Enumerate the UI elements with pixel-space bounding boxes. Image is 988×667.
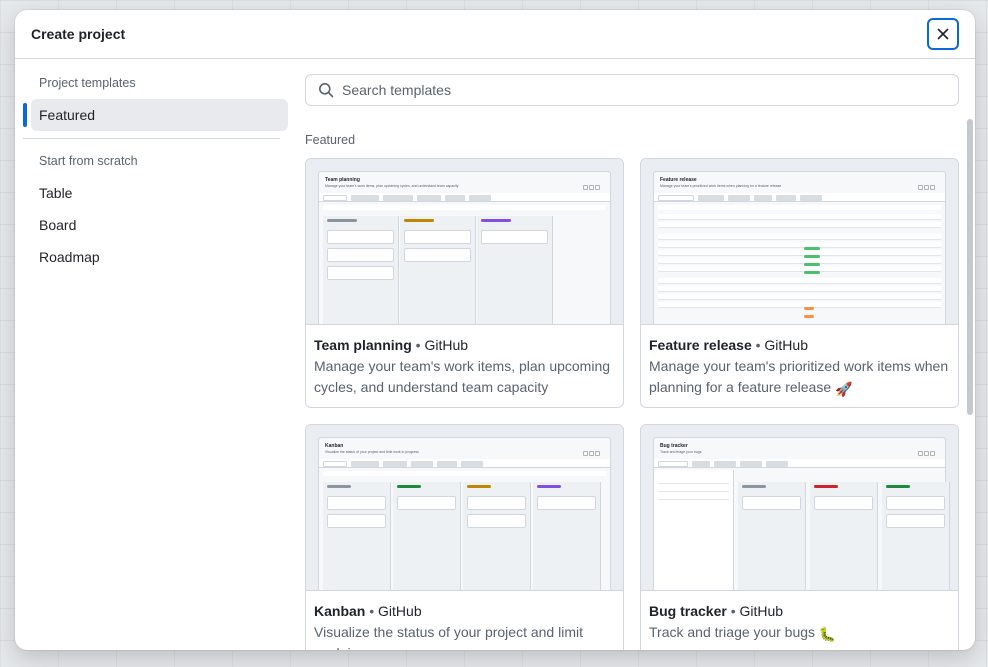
sidebar-item-roadmap[interactable]: Roadmap — [31, 241, 288, 273]
scrollbar[interactable] — [963, 59, 975, 650]
preview-title: Team planning — [325, 177, 360, 183]
sidebar-item-label: Board — [39, 217, 77, 233]
card-author: GitHub — [378, 603, 422, 619]
search-icon — [319, 83, 334, 98]
card-separator: • — [369, 603, 375, 619]
start-from-scratch-heading: Start from scratch — [39, 154, 138, 168]
project-templates-heading: Project templates — [39, 76, 136, 90]
card-author: GitHub — [764, 337, 808, 353]
create-project-dialog: Create project Project templates Feature… — [15, 10, 975, 650]
preview-title: Feature release — [660, 177, 697, 183]
template-card-team-planning[interactable]: Team planning Manage your team's work it… — [305, 158, 624, 408]
card-name: Kanban — [314, 603, 366, 619]
sidebar-item-label: Table — [39, 185, 73, 201]
card-description: Manage your team's work items, plan upco… — [314, 358, 611, 395]
card-title: Kanban • GitHub — [314, 601, 615, 621]
bug-icon: 🐛 — [818, 626, 837, 642]
close-button[interactable] — [927, 18, 959, 50]
card-name: Feature release — [649, 337, 752, 353]
card-title: Bug tracker • GitHub — [649, 601, 950, 621]
dialog-title: Create project — [31, 26, 126, 42]
template-card-kanban[interactable]: Kanban Visualize the status of your proj… — [305, 424, 624, 650]
card-description-text: Track and triage your bugs — [649, 624, 816, 640]
template-card-feature-release[interactable]: Feature release Manage your team's prior… — [640, 158, 959, 408]
rocket-icon: 🚀 — [835, 381, 853, 397]
x-icon — [937, 28, 949, 40]
sidebar-item-featured[interactable]: Featured — [23, 99, 288, 131]
search-input[interactable] — [342, 82, 922, 98]
card-separator: • — [755, 337, 761, 353]
sidebar-item-label: Roadmap — [39, 249, 100, 265]
templates-panel: Featured Team planning Manage your team'… — [305, 59, 959, 650]
card-separator: • — [415, 337, 421, 353]
template-card-bug-tracker[interactable]: Bug tracker Track and triage your bugs B… — [640, 424, 959, 650]
card-description: Visualize the status of your project and… — [314, 624, 583, 650]
preview-subtitle: Track and triage your bugs — [660, 450, 702, 454]
card-name: Team planning — [314, 337, 412, 353]
card-separator: • — [730, 603, 736, 619]
card-author: GitHub — [424, 337, 469, 353]
preview-subtitle: Manage your team's work items, plan upco… — [325, 184, 459, 188]
template-preview: Bug tracker Track and triage your bugs — [641, 425, 958, 591]
template-preview: Team planning Manage your team's work it… — [306, 159, 623, 325]
card-author: GitHub — [739, 603, 784, 619]
card-description: Track and triage your bugs 🐛 — [649, 622, 950, 645]
sidebar-divider — [23, 138, 280, 139]
featured-section-label: Featured — [305, 133, 356, 147]
card-name: Bug tracker — [649, 603, 727, 619]
search-box[interactable] — [305, 74, 959, 106]
sidebar-item-board[interactable]: Board — [31, 209, 288, 241]
template-preview: Kanban Visualize the status of your proj… — [306, 425, 623, 591]
card-title: Team planning • GitHub — [314, 335, 615, 355]
preview-title: Kanban — [325, 443, 344, 449]
template-preview: Feature release Manage your team's prior… — [641, 159, 958, 325]
card-title: Feature release • GitHub — [649, 335, 950, 355]
sidebar-item-label: Featured — [39, 107, 96, 123]
preview-title: Bug tracker — [660, 443, 688, 449]
preview-subtitle: Visualize the status of your project and… — [325, 450, 419, 454]
sidebar-item-table[interactable]: Table — [31, 177, 288, 209]
scrollbar-thumb[interactable] — [967, 119, 973, 415]
card-description-text: Manage your team's prioritized work item… — [649, 358, 949, 395]
dialog-header: Create project — [15, 10, 975, 59]
preview-subtitle: Manage your team's prioritized work item… — [660, 184, 782, 188]
card-description: Manage your team's prioritized work item… — [649, 356, 950, 400]
template-sidebar: Project templates Featured Start from sc… — [15, 59, 296, 650]
